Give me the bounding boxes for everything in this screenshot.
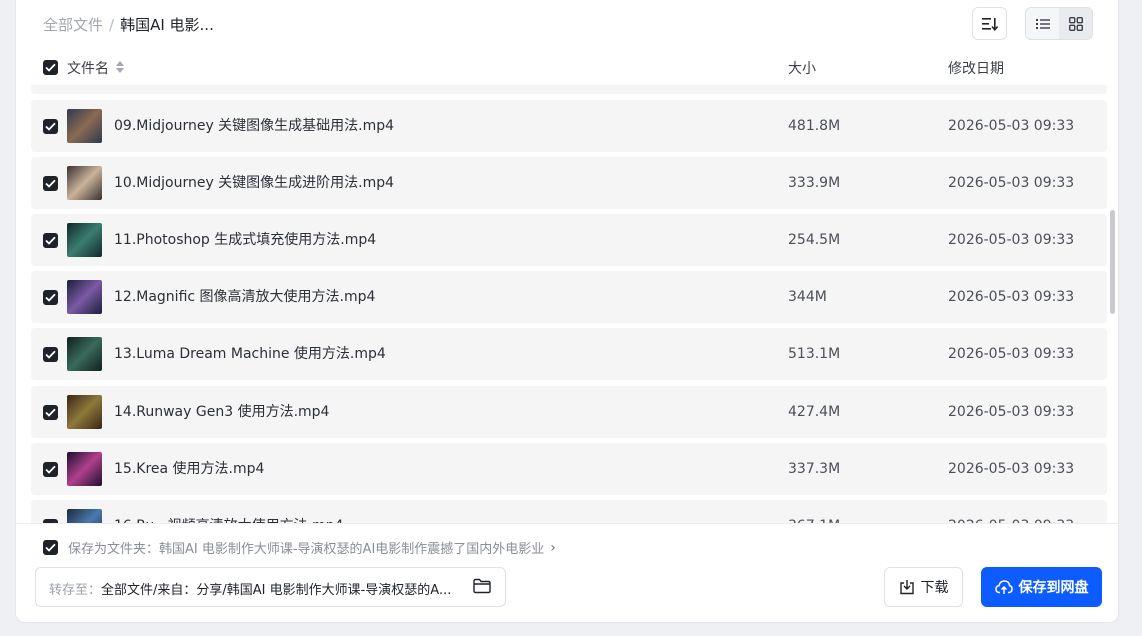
check-icon [45, 465, 56, 474]
file-name[interactable]: 11.Photoshop 生成式填充使用方法.mp4 [114, 231, 376, 249]
file-save-panel: 全部文件 / 韩国AI 电影... 文件名 大小 修改日期 09.Midjour… [15, 0, 1119, 623]
breadcrumb: 全部文件 / 韩国AI 电影... [43, 15, 214, 35]
file-row[interactable]: 13.Luma Dream Machine 使用方法.mp4 513.1M 2026… [31, 328, 1107, 380]
file-list: 09.Midjourney 关键图像生成基础用法.mp4 481.8M 2026-0… [16, 85, 1118, 523]
check-icon [45, 408, 56, 417]
video-thumbnail [67, 223, 102, 257]
file-row[interactable]: 09.Midjourney 关键图像生成基础用法.mp4 481.8M 2026-0… [31, 100, 1107, 152]
video-thumbnail [67, 337, 102, 371]
grid-view-icon [1068, 16, 1083, 31]
file-row[interactable]: 16.Ru...视频高清放大使用方法.mp4367.1M2026-05-03 0… [31, 500, 1107, 523]
save-as-folder-checkbox[interactable] [43, 540, 58, 555]
file-row[interactable]: 10.Midjourney 关键图像生成进阶用法.mp4 333.9M 2026-0… [31, 157, 1107, 209]
sort-toggle-icon[interactable] [116, 61, 124, 73]
file-name[interactable]: 09.Midjourney 关键图像生成基础用法.mp4 [114, 117, 394, 135]
file-size: 333.9M [788, 175, 841, 191]
file-size: 337.3M [788, 461, 841, 477]
file-name[interactable]: 13.Luma Dream Machine 使用方法.mp4 [114, 345, 386, 363]
sort-button[interactable] [972, 7, 1007, 40]
check-icon [45, 293, 56, 302]
download-button[interactable]: 下载 [884, 567, 963, 607]
save-as-folder-label: 保存为文件夹：韩国AI 电影制作大师课-导演权瑟的AI电影制作震撼了国内外电影业 [68, 542, 545, 557]
destination-label: 转存至： [49, 583, 102, 598]
file-row[interactable]: 12.Magnific 图像高清放大使用方法.mp4 344M 2026-05-03… [31, 271, 1107, 323]
scrollbar-thumb[interactable] [1110, 210, 1115, 314]
column-header-size: 大小 [788, 61, 816, 77]
grid-view-button[interactable] [1059, 8, 1092, 39]
check-icon [45, 543, 56, 552]
video-thumbnail [67, 109, 102, 143]
column-header-date: 修改日期 [948, 61, 1004, 77]
view-mode-toggle [1025, 7, 1093, 40]
file-size: 481.8M [788, 118, 841, 134]
file-checkbox[interactable] [43, 405, 58, 420]
check-icon [45, 122, 56, 131]
scrollbar[interactable] [1110, 85, 1116, 523]
file-row[interactable]: 11.Photoshop 生成式填充使用方法.mp4 254.5M 2026-05-… [31, 214, 1107, 266]
video-thumbnail [67, 280, 102, 314]
file-name[interactable]: 15.Krea 使用方法.mp4 [114, 460, 264, 478]
file-size: 254.5M [788, 232, 841, 248]
file-date: 2026-05-03 09:33 [948, 346, 1075, 362]
destination-path: 全部文件/来自：分享/韩国AI 电影制作大师课-导演权瑟的A... [101, 583, 452, 598]
list-view-icon [1035, 18, 1050, 29]
breadcrumb-separator: / [109, 16, 115, 34]
file-size: 427.4M [788, 404, 841, 420]
file-date: 2026-05-03 09:33 [948, 289, 1075, 305]
file-checkbox[interactable] [43, 233, 58, 248]
download-label: 下载 [920, 580, 949, 596]
video-thumbnail [67, 452, 102, 486]
video-thumbnail [67, 395, 102, 429]
file-table-header: 文件名 大小 修改日期 [43, 58, 1103, 78]
video-thumbnail [67, 509, 102, 523]
file-name[interactable]: 14.Runway Gen3 使用方法.mp4 [114, 403, 329, 421]
file-size: 513.1M [788, 346, 841, 362]
save-to-cloud-button[interactable]: 保存到网盘 [981, 567, 1102, 607]
file-name[interactable]: 10.Midjourney 关键图像生成进阶用法.mp4 [114, 174, 394, 192]
destination-selector[interactable]: 转存至： 全部文件/来自：分享/韩国AI 电影制作大师课-导演权瑟的A... [35, 567, 506, 607]
file-date: 2026-05-03 09:33 [948, 461, 1075, 477]
file-date: 2026-05-03 09:33 [948, 232, 1075, 248]
chevron-right-icon[interactable]: › [550, 540, 556, 556]
file-checkbox[interactable] [43, 176, 58, 191]
file-checkbox[interactable] [43, 462, 58, 477]
check-icon [45, 350, 56, 359]
check-icon [45, 236, 56, 245]
file-checkbox[interactable] [43, 290, 58, 305]
file-row[interactable] [31, 85, 1107, 94]
select-all-checkbox[interactable] [43, 60, 58, 75]
file-date: 2026-05-03 09:33 [948, 404, 1075, 420]
breadcrumb-current: 韩国AI 电影... [120, 16, 214, 34]
check-icon [45, 63, 56, 72]
file-date: 2026-05-03 09:33 [948, 118, 1075, 134]
download-icon [899, 580, 914, 595]
check-icon [45, 179, 56, 188]
file-name[interactable]: 12.Magnific 图像高清放大使用方法.mp4 [114, 288, 375, 306]
cloud-upload-icon [994, 580, 1013, 594]
folder-icon[interactable] [473, 578, 491, 594]
file-date: 2026-05-03 09:33 [948, 175, 1075, 191]
file-checkbox[interactable] [43, 119, 58, 134]
column-header-name[interactable]: 文件名 [67, 58, 109, 78]
file-row[interactable]: 14.Runway Gen3 使用方法.mp4 427.4M 2026-05-03 … [31, 386, 1107, 438]
save-to-cloud-label: 保存到网盘 [1018, 580, 1089, 596]
sort-icon [981, 17, 998, 31]
file-checkbox[interactable] [43, 347, 58, 362]
save-as-folder-option[interactable]: 保存为文件夹：韩国AI 电影制作大师课-导演权瑟的AI电影制作震撼了国内外电影业… [43, 538, 556, 557]
video-thumbnail [67, 166, 102, 200]
file-size: 344M [788, 289, 827, 305]
list-view-button[interactable] [1026, 8, 1059, 39]
file-row[interactable]: 15.Krea 使用方法.mp4 337.3M 2026-05-03 09:33 [31, 443, 1107, 495]
save-footer: 保存为文件夹：韩国AI 电影制作大师课-导演权瑟的AI电影制作震撼了国内外电影业… [16, 523, 1118, 622]
breadcrumb-root[interactable]: 全部文件 [43, 16, 103, 34]
